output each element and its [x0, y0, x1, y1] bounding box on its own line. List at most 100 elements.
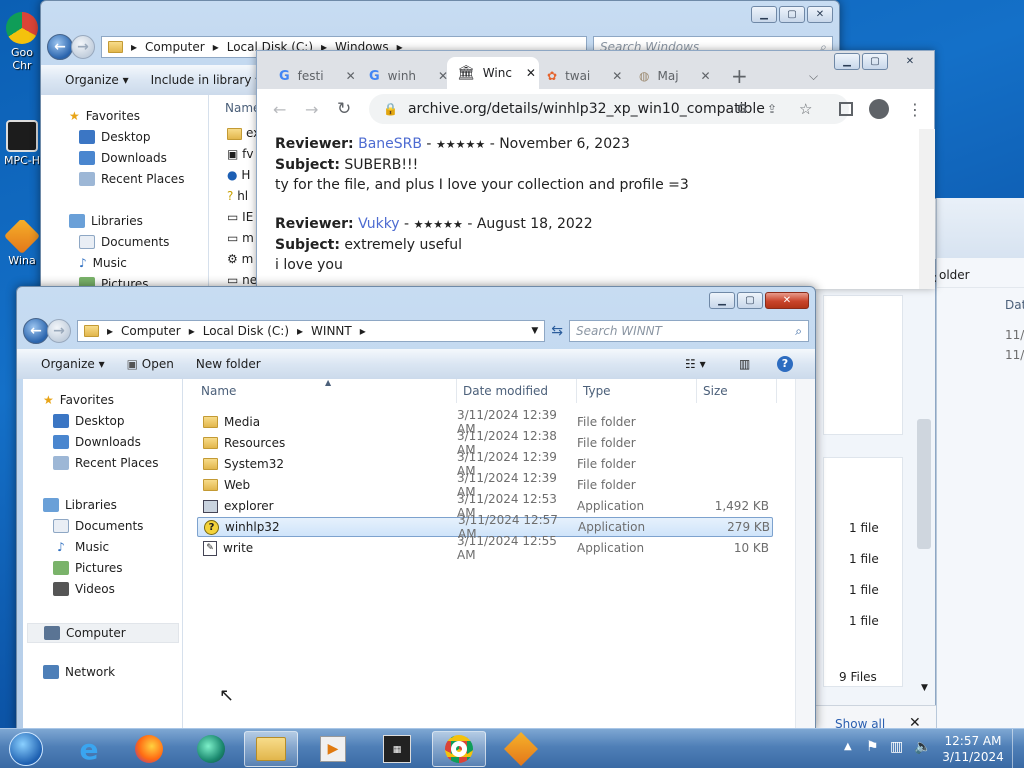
tab[interactable]: ◍ Maj ✕	[639, 63, 711, 89]
nav-desktop[interactable]: Desktop	[53, 414, 125, 428]
nav-videos[interactable]: Videos	[53, 582, 115, 596]
taskbar-media-player[interactable]: ▶	[306, 731, 360, 767]
column-folder[interactable]: older	[937, 268, 1024, 288]
show-desktop-button[interactable]	[1012, 729, 1024, 768]
show-hidden-icons[interactable]: ▲	[844, 741, 852, 752]
share-icon[interactable]: ⇪	[767, 102, 777, 116]
close-button[interactable]: ✕	[765, 292, 809, 309]
column-header-date[interactable]: Date modified	[457, 379, 577, 403]
scrollbar[interactable]	[795, 379, 815, 729]
table-row[interactable]: ✎ write 3/11/2024 12:55 AM Application 10 KB	[197, 534, 773, 562]
taskbar-mpc[interactable]: ▦	[370, 731, 424, 767]
nav-network[interactable]: Network	[43, 665, 115, 679]
organize-button[interactable]: Organize ▾	[65, 73, 129, 87]
search-input[interactable]: Search WINNT ⌕	[569, 320, 809, 342]
nav-documents[interactable]: Documents	[79, 235, 169, 249]
nav-desktop[interactable]: Desktop	[79, 130, 151, 144]
nav-documents[interactable]: Documents	[53, 519, 143, 533]
column-date[interactable]: Dat	[1005, 298, 1024, 312]
google-lens-icon[interactable]: G	[737, 102, 747, 116]
maximize-button[interactable]: ▢	[779, 6, 805, 23]
nav-music[interactable]: ♪ Music	[79, 256, 127, 270]
taskbar-chrome[interactable]	[432, 731, 486, 767]
desktop-icon-chrome[interactable]: Goo Chr	[0, 12, 44, 72]
back-button[interactable]: ←	[47, 34, 73, 60]
breadcrumb-computer[interactable]: Computer	[121, 324, 181, 338]
nav-music[interactable]: ♪ Music	[53, 540, 109, 554]
maximize-button[interactable]: ▢	[737, 292, 763, 309]
tab-close-icon[interactable]: ✕	[612, 69, 622, 83]
new-tab-button[interactable]: +	[731, 63, 748, 89]
volume-muted-icon[interactable]: 🔈	[914, 739, 931, 755]
scrollbar[interactable]	[917, 419, 931, 549]
taskbar-firefox[interactable]	[122, 731, 176, 767]
forward-icon[interactable]: →	[305, 100, 318, 119]
network-icon[interactable]: ▥	[890, 739, 903, 755]
desktop-icon-winamp[interactable]: Wina	[0, 220, 44, 267]
url-text[interactable]: archive.org/details/winhlp32_xp_win10_co…	[408, 101, 765, 117]
refresh-icon[interactable]: ⇆	[551, 323, 563, 339]
breadcrumb-local-disk[interactable]: Local Disk (C:)	[203, 324, 289, 338]
taskbar-explorer[interactable]	[244, 731, 298, 767]
column-header-type[interactable]: Type	[577, 379, 697, 403]
action-center-flag-icon[interactable]: ⚑	[866, 739, 879, 755]
nav-libraries[interactable]: Libraries	[43, 498, 117, 512]
tab-close-icon[interactable]: ✕	[346, 69, 356, 83]
maximize-button[interactable]: ▢	[862, 53, 888, 70]
new-folder-button[interactable]: New folder	[196, 357, 261, 371]
dropdown-arrow-icon[interactable]: ▼	[531, 326, 538, 336]
open-button[interactable]: ▣ Open	[127, 357, 174, 371]
minimize-button[interactable]: ▁	[834, 53, 860, 70]
taskbar-ie[interactable]: e	[62, 731, 116, 767]
profile-avatar-icon[interactable]	[869, 99, 889, 119]
nav-favorites[interactable]: ★ Favorites	[69, 109, 140, 123]
nav-recent-places[interactable]: Recent Places	[79, 172, 184, 186]
back-icon[interactable]: ←	[273, 100, 286, 119]
forward-button[interactable]: →	[47, 319, 71, 343]
column-header-size[interactable]: Size	[697, 379, 777, 403]
breadcrumb-computer[interactable]: Computer	[145, 40, 205, 54]
nav-libraries[interactable]: Libraries	[69, 214, 143, 228]
tab-close-icon[interactable]: ✕	[526, 66, 536, 80]
clock[interactable]: 12:57 AM 3/11/2024	[940, 733, 1006, 765]
scrollbar[interactable]	[919, 129, 935, 289]
reload-icon[interactable]: ↻	[337, 99, 351, 119]
nav-computer[interactable]: Computer	[27, 623, 179, 643]
date-cell: 11/0	[1005, 348, 1024, 362]
reviewer-link[interactable]: BaneSRB	[358, 136, 422, 152]
tab-search-button[interactable]: ⌵	[809, 63, 818, 89]
desktop-icon-mpc[interactable]: MPC-H	[0, 120, 44, 167]
tab[interactable]: Gfesti ✕	[279, 63, 356, 89]
nav-downloads[interactable]: Downloads	[79, 151, 167, 165]
side-panel-icon[interactable]	[839, 102, 853, 116]
minimize-button[interactable]: ▁	[751, 6, 777, 23]
tab-close-icon[interactable]: ✕	[701, 69, 711, 83]
start-button[interactable]	[2, 731, 50, 767]
preview-pane-icon[interactable]: ▥	[739, 357, 750, 371]
address-bar[interactable]: ▸ Computer ▸ Local Disk (C:) ▸ WINNT ▸ ▼	[77, 320, 546, 342]
include-in-library-button[interactable]: Include in library ▾	[151, 73, 262, 87]
help-icon[interactable]: ?	[777, 356, 793, 372]
taskbar-winamp[interactable]	[494, 731, 548, 767]
close-button[interactable]: ✕	[890, 53, 930, 70]
scroll-down-icon[interactable]: ▼	[921, 683, 928, 693]
nav-recent-places[interactable]: Recent Places	[53, 456, 158, 470]
forward-button[interactable]: →	[71, 35, 95, 59]
menu-kebab-icon[interactable]: ⋮	[907, 100, 923, 119]
nav-pictures[interactable]: Pictures	[53, 561, 123, 575]
view-options-icon[interactable]: ☷ ▾	[685, 357, 706, 371]
tab[interactable]: ✿ twai ✕	[547, 63, 622, 89]
breadcrumb-winnt[interactable]: WINNT	[311, 324, 352, 338]
taskbar-app[interactable]	[184, 731, 238, 767]
organize-button[interactable]: Organize ▾	[41, 357, 105, 371]
close-button[interactable]: ✕	[807, 6, 833, 23]
nav-downloads[interactable]: Downloads	[53, 435, 141, 449]
tab-active[interactable]: 🏛 Winc ✕	[447, 57, 539, 89]
reviewer-link[interactable]: Vukky	[358, 216, 400, 232]
column-header-name[interactable]: Name ▲	[195, 378, 457, 403]
tab[interactable]: Gwinh ✕	[369, 63, 448, 89]
back-button[interactable]: ←	[23, 318, 49, 344]
bookmark-star-icon[interactable]: ☆	[799, 100, 812, 118]
minimize-button[interactable]: ▁	[709, 292, 735, 309]
nav-favorites[interactable]: ★ Favorites	[43, 393, 114, 407]
